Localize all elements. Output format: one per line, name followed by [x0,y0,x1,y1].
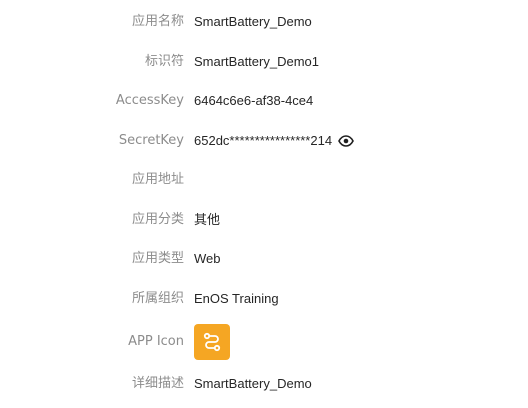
field-value-wrap: 652dc****************214 [194,133,354,149]
field-secret-key: SecretKey 652dc****************214 [0,129,528,153]
field-value: SmartBattery_Demo [194,376,312,391]
field-label: 应用类型 [131,251,184,266]
field-value: Web [194,251,221,266]
field-value: SmartBattery_Demo1 [194,54,319,69]
field-organization: 所属组织 EnOS Training [0,287,528,311]
field-value: EnOS Training [194,291,279,306]
link-nodes-icon [203,332,221,352]
field-identifier: 标识符 SmartBattery_Demo1 [0,50,528,74]
field-label: 详细描述 [131,376,184,391]
field-app-address: 应用地址 [0,168,528,192]
field-label: 所属组织 [131,291,184,306]
eye-icon[interactable] [338,133,354,149]
field-value: 6464c6e6-af38-4ce4 [194,93,314,108]
field-app-type: 应用类型 Web [0,247,528,271]
field-app-category: 应用分类 其他 [0,208,528,232]
field-label: AccessKey [115,93,184,108]
field-access-key: AccessKey 6464c6e6-af38-4ce4 [0,89,528,113]
app-icon-tile [194,324,230,360]
field-label: APP Icon [128,334,184,349]
field-description: 详细描述 SmartBattery_Demo [0,372,528,396]
field-value: SmartBattery_Demo [194,14,312,29]
field-label: 应用名称 [131,14,184,29]
field-label: SecretKey [118,133,184,148]
field-app-name: 应用名称 SmartBattery_Demo [0,10,528,34]
field-label: 应用分类 [131,212,184,227]
field-app-icon: APP Icon [0,324,528,360]
field-label: 标识符 [144,54,184,69]
field-value-wrap [194,324,230,360]
app-info-panel: 应用名称 SmartBattery_Demo 标识符 SmartBattery_… [0,0,528,408]
field-value: 其他 [194,212,221,227]
field-label: 应用地址 [131,172,184,187]
secret-key-masked-value: 652dc****************214 [194,133,333,148]
